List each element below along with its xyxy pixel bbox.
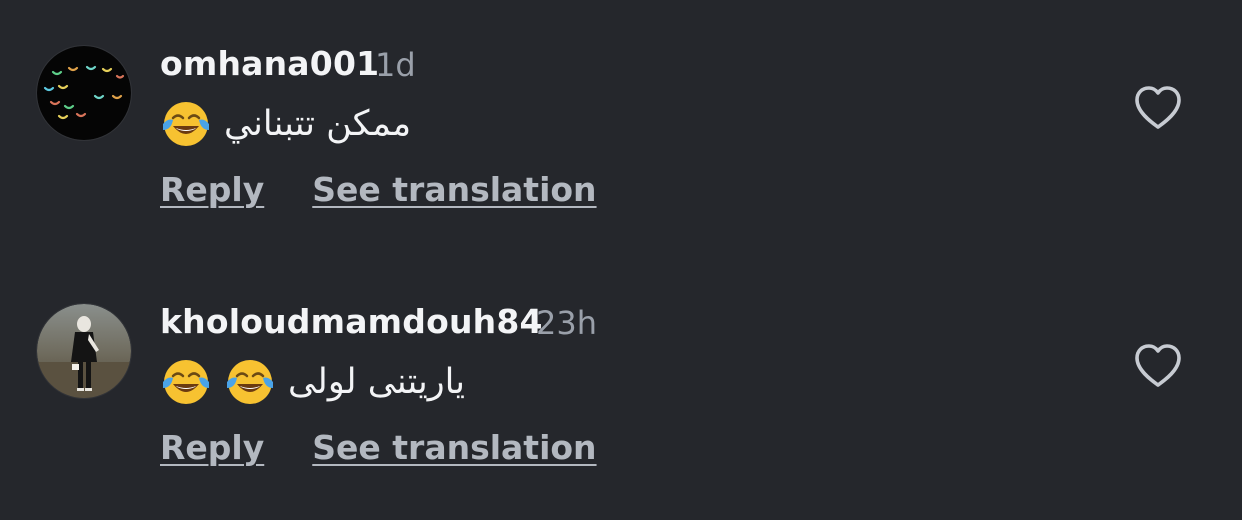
username[interactable]: omhana001	[160, 44, 379, 83]
see-translation-button[interactable]: See translation	[312, 170, 596, 209]
person-photo-avatar-icon	[37, 304, 131, 398]
like-button[interactable]	[1132, 342, 1184, 390]
avatar[interactable]	[37, 304, 131, 398]
comment-body: ياريتنى لولى	[160, 354, 465, 410]
comment-timestamp: 1d	[375, 46, 416, 84]
reply-button[interactable]: Reply	[160, 170, 264, 209]
avatar[interactable]	[37, 46, 131, 140]
comment-text: ممكن تتبناني	[224, 104, 412, 144]
face-with-tears-of-joy-icon	[224, 356, 276, 408]
comment-text: ياريتنى لولى	[288, 362, 466, 402]
comment-actions: Reply See translation	[160, 428, 597, 467]
see-translation-button[interactable]: See translation	[312, 428, 596, 467]
comment-list: omhana001 1d ممكن تتبناني Reply See tran…	[0, 0, 1242, 520]
comment-item: kholoudmamdouh84 23h ياريتنى لولى Reply …	[0, 258, 1242, 498]
comment-item: omhana001 1d ممكن تتبناني Reply See tran…	[0, 0, 1242, 240]
comment-body: ممكن تتبناني	[160, 96, 411, 152]
heart-outline-icon	[1135, 344, 1181, 387]
face-with-tears-of-joy-icon	[160, 356, 212, 408]
like-button[interactable]	[1132, 84, 1184, 132]
comment-timestamp: 23h	[536, 304, 597, 342]
face-with-tears-of-joy-icon	[160, 98, 212, 150]
heart-outline-icon	[1135, 86, 1181, 129]
comment-actions: Reply See translation	[160, 170, 597, 209]
reply-button[interactable]: Reply	[160, 428, 264, 467]
username[interactable]: kholoudmamdouh84	[160, 302, 543, 341]
dark-pattern-avatar-icon	[37, 46, 131, 140]
